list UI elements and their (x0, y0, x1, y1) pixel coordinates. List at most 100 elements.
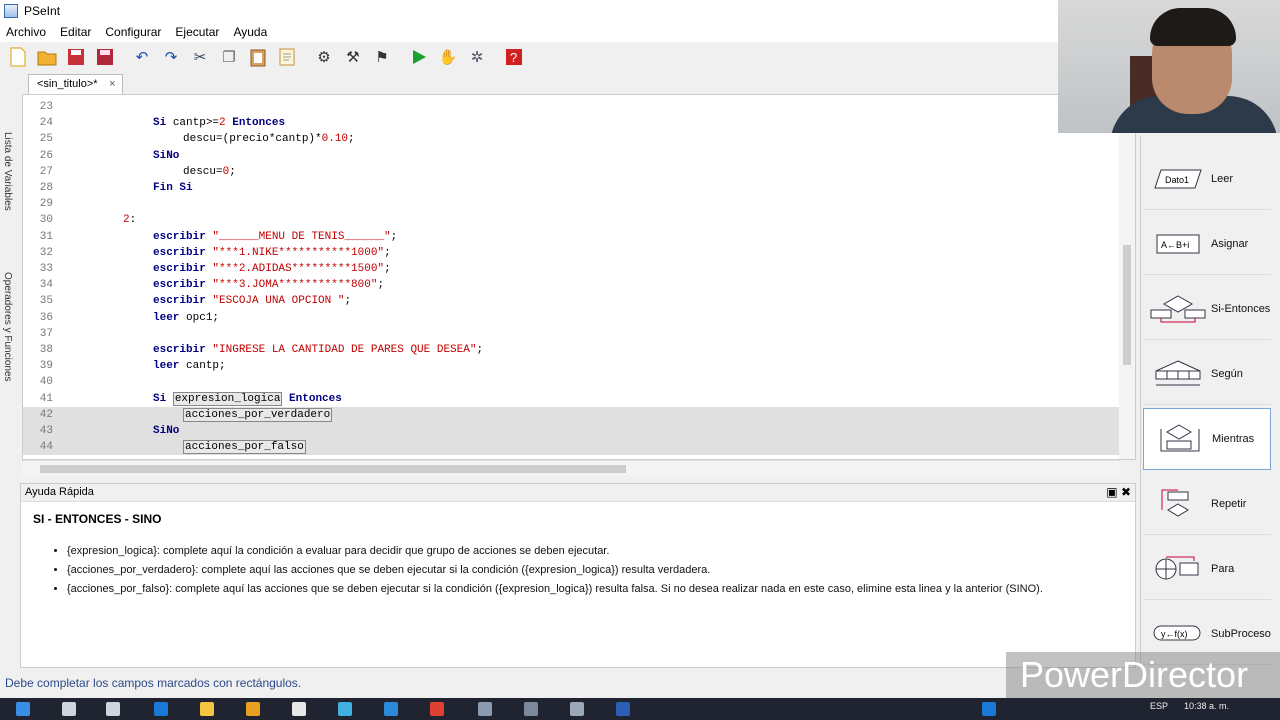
placeholder-field[interactable]: acciones_por_verdadero (183, 407, 333, 422)
scroll-thumb[interactable] (40, 465, 626, 473)
palette-segun[interactable]: Según (1143, 343, 1271, 405)
menu-ejecutar[interactable]: Ejecutar (175, 25, 219, 39)
mail-icon[interactable] (384, 702, 398, 716)
clock[interactable]: 10:38 a. m. (1184, 701, 1229, 711)
code-line[interactable]: 34 escribir "***3.JOMA***********800"; (23, 277, 1119, 293)
app-icon[interactable] (478, 702, 492, 716)
line-number: 27 (39, 165, 53, 178)
code-token: escribir (153, 246, 213, 259)
editor-vertical-scrollbar[interactable] (1119, 95, 1135, 459)
menu-archivo[interactable]: Archivo (6, 25, 46, 39)
menu-ayuda[interactable]: Ayuda (233, 25, 267, 39)
code-line[interactable]: 23 (23, 99, 1119, 115)
palette-para[interactable]: Para (1143, 538, 1271, 600)
code-line[interactable]: 30 2: (23, 212, 1119, 228)
code-line[interactable]: 33 escribir "***2.ADIDAS*********1500"; (23, 261, 1119, 277)
edge-icon[interactable] (154, 702, 168, 716)
code-line[interactable]: 24 Si cantp>=2 Entonces (23, 115, 1119, 131)
close-icon[interactable]: ✖ (1121, 485, 1131, 499)
code-editor[interactable]: 44 acciones_por_falso 43 SiNo 42 acciones_por… (22, 94, 1136, 460)
code-line[interactable]: 28 Fin Si (23, 180, 1119, 196)
line-number: 35 (39, 295, 53, 308)
code-line[interactable]: 41 Si expresion_logica Entonces (23, 391, 1119, 407)
code-line[interactable]: 36 leer opc1; (23, 310, 1119, 326)
run-icon[interactable] (407, 45, 431, 69)
help-icon[interactable]: ? (502, 45, 526, 69)
obs-icon[interactable] (524, 702, 538, 716)
windows-start-icon[interactable] (16, 702, 30, 716)
code-line[interactable]: 37 (23, 326, 1119, 342)
code-line[interactable]: 32 escribir "***1.NIKE***********1000"; (23, 245, 1119, 261)
palette-leer[interactable]: Dato1 Leer (1143, 148, 1271, 210)
code-line[interactable]: 27 descu=0; (23, 164, 1119, 180)
code-line[interactable]: 42 acciones_por_verdadero (23, 406, 1119, 423)
palette-repetir[interactable]: Repetir (1143, 473, 1271, 535)
run-step-icon[interactable]: ⚙ (312, 45, 336, 69)
diagram-icon[interactable]: ⚑ (370, 45, 394, 69)
menu-editar[interactable]: Editar (60, 25, 91, 39)
code-line[interactable]: 25 descu=(precio*cantp)*0.10; (23, 131, 1119, 147)
code-text: escribir "ESCOJA UNA OPCION "; (153, 293, 351, 309)
code-line[interactable]: 44 acciones_por_falso (23, 439, 1119, 456)
store-icon[interactable] (246, 702, 260, 716)
code-line[interactable]: 43 SiNo (23, 423, 1119, 439)
open-folder-icon[interactable] (35, 45, 59, 69)
maximize-icon[interactable]: ▣ (1106, 485, 1117, 499)
code-line[interactable]: 31 escribir "______MENU DE TENIS______"; (23, 229, 1119, 245)
code-token: "***2.ADIDAS*********1500" (212, 263, 385, 275)
editor-horizontal-scrollbar[interactable] (22, 460, 1120, 476)
debug-icon[interactable]: ⚒ (341, 45, 365, 69)
code-line[interactable]: 38 escribir "INGRESE LA CANTIDAD DE PARES… (23, 342, 1119, 358)
help-item: {acciones_por_verdadero}: complete aquí … (67, 563, 1127, 577)
line-number: 40 (39, 376, 53, 389)
segun-icon (1155, 359, 1201, 385)
scroll-thumb[interactable] (1123, 245, 1131, 365)
step-icon[interactable]: ✋ (436, 45, 460, 69)
dropbox-icon[interactable] (292, 702, 306, 716)
line-number: 31 (39, 230, 53, 243)
palette-si-entonces[interactable]: Si-Entonces (1143, 278, 1271, 340)
code-line[interactable]: 29 (23, 196, 1119, 212)
new-file-icon[interactable] (6, 45, 30, 69)
code-line[interactable]: 40 (23, 374, 1119, 390)
code-token: descu= (183, 165, 223, 178)
save-icon[interactable] (64, 45, 88, 69)
code-line[interactable]: 39 leer cantp; (23, 358, 1119, 374)
chrome-icon[interactable] (430, 702, 444, 716)
code-text: leer cantp; (153, 358, 226, 374)
tab-sin-titulo[interactable]: <sin_titulo>* × (28, 74, 123, 94)
placeholder-field[interactable]: expresion_logica (172, 391, 283, 406)
save-as-icon[interactable] (93, 45, 117, 69)
placeholder-field[interactable]: acciones_por_falso (183, 440, 306, 455)
flowchart-icon[interactable]: ✲ (465, 45, 489, 69)
palette-mientras[interactable]: Mientras (1143, 408, 1271, 470)
palette-label: SubProceso (1211, 627, 1271, 640)
paste-icon[interactable] (246, 45, 270, 69)
asignar-icon: A←B+i (1156, 234, 1200, 253)
variables-list-tab[interactable]: Lista de Variables (2, 132, 13, 211)
word-icon[interactable] (616, 702, 630, 716)
code-line[interactable]: 26 SiNo (23, 148, 1119, 164)
tray-app-icon[interactable] (982, 702, 996, 716)
menu-configurar[interactable]: Configurar (105, 25, 161, 39)
operators-tab[interactable]: Operadores y Funciones (2, 272, 13, 382)
language-indicator[interactable]: ESP (1150, 701, 1168, 711)
redo-icon[interactable]: ↷ (159, 45, 183, 69)
indent-icon[interactable] (275, 45, 299, 69)
task-view-icon[interactable] (106, 702, 120, 716)
code-token: escribir (153, 263, 213, 275)
tab-bar: <sin_titulo>* × (22, 74, 1058, 94)
asignar-icon-text: A←B+i (1161, 240, 1189, 250)
code-line[interactable]: 35 escribir "ESCOJA UNA OPCION "; (23, 293, 1119, 309)
infinity-icon[interactable] (338, 702, 352, 716)
code-token: Si (153, 117, 173, 130)
palette-asignar[interactable]: A←B+i Asignar (1143, 213, 1271, 275)
search-icon[interactable] (62, 702, 76, 716)
close-icon[interactable]: × (109, 78, 115, 90)
pseint-taskbar-icon[interactable] (570, 702, 584, 716)
undo-icon[interactable]: ↶ (130, 45, 154, 69)
code-text: escribir "INGRESE LA CANTIDAD DE PARES Q… (153, 342, 483, 358)
copy-icon[interactable]: ❐ (217, 45, 241, 69)
cut-icon[interactable]: ✂ (188, 45, 212, 69)
file-explorer-icon[interactable] (200, 702, 214, 716)
